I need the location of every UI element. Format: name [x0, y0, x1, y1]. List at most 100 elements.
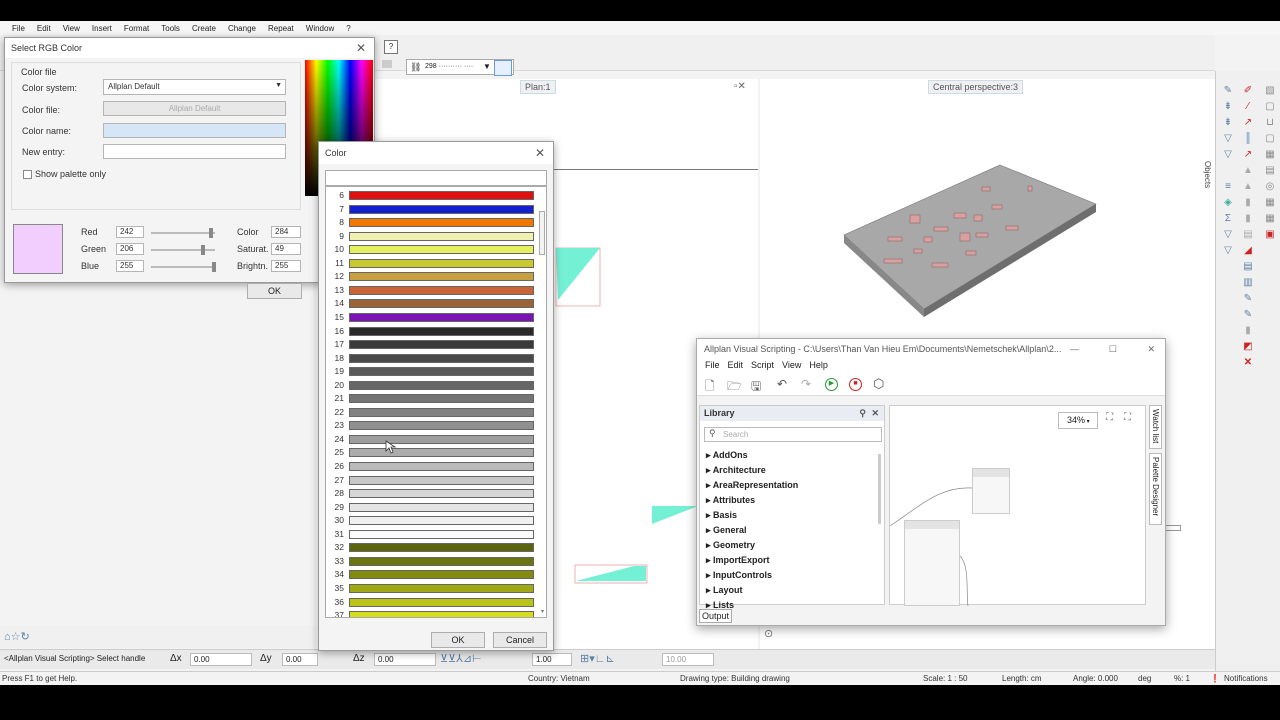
funnel-icon[interactable]: ▽	[1222, 133, 1234, 145]
chevron-down-icon[interactable]: ▼	[483, 62, 491, 71]
color-row[interactable]: 7	[326, 203, 538, 217]
blue-slider[interactable]	[151, 262, 216, 272]
wall-2-icon[interactable]: ▤	[1242, 229, 1254, 241]
tool-c-icon[interactable]: ▥	[1242, 277, 1254, 289]
panel-icon-9[interactable]: ▦	[1264, 213, 1276, 225]
color-file-field[interactable]: Allplan Default	[103, 101, 286, 116]
color-row[interactable]: 11	[326, 257, 538, 271]
avs-menu-script[interactable]: Script	[747, 360, 778, 374]
tool-e-icon[interactable]: ✎	[1242, 309, 1254, 321]
color-swatch[interactable]	[349, 462, 534, 471]
color-row[interactable]: 17	[326, 338, 538, 352]
filter-icon[interactable]: ⇟	[1222, 101, 1234, 113]
panel-icon-4[interactable]: ▢	[1264, 133, 1276, 145]
select-tool-icon[interactable]: ◈	[1222, 197, 1234, 209]
funnel-3-icon[interactable]: ▽	[1222, 229, 1234, 241]
avs-menu-help[interactable]: Help	[805, 360, 832, 374]
brightness-input[interactable]: 255	[271, 260, 301, 272]
panel-icon-8[interactable]: ▦	[1264, 197, 1276, 209]
color-row[interactable]: 25	[326, 446, 538, 460]
color-row[interactable]: 31	[326, 528, 538, 542]
color-row[interactable]: 13	[326, 284, 538, 298]
color-swatch[interactable]	[349, 434, 534, 444]
redo-icon[interactable]: ↷	[801, 377, 811, 391]
pen-tool-icon[interactable]: ✎	[1222, 85, 1234, 97]
tool-a-icon[interactable]: ◢	[1242, 245, 1254, 257]
shape-icon[interactable]: ▲	[1242, 165, 1254, 177]
pin-icon[interactable]: ⚲	[859, 406, 866, 421]
color-row[interactable]: 36	[326, 596, 538, 610]
color-swatch[interactable]	[349, 502, 534, 512]
new-file-icon[interactable]: 🗋	[705, 377, 715, 398]
library-item[interactable]: ▸ Architecture	[706, 465, 766, 476]
expand-arrow-icon[interactable]: ▸	[706, 480, 713, 490]
close-icon[interactable]: ✕	[1147, 339, 1155, 360]
run-icon[interactable]: ▶	[825, 378, 838, 391]
menu-tools[interactable]: Tools	[155, 24, 186, 33]
color-swatch[interactable]	[349, 218, 534, 228]
expand-arrow-icon[interactable]: ▸	[706, 525, 713, 535]
menu-window[interactable]: Window	[300, 24, 340, 33]
tool-b-icon[interactable]: ▤	[1242, 261, 1254, 273]
color-swatch[interactable]	[349, 285, 534, 295]
panel-icon-1[interactable]: ▧	[1264, 85, 1276, 97]
track-tools-icon[interactable]: ⊞▾∟⊾	[580, 652, 615, 665]
menu-change[interactable]: Change	[222, 24, 262, 33]
sort-icon[interactable]: ≡	[1222, 181, 1234, 193]
color-row[interactable]: 16	[326, 325, 538, 339]
color-row[interactable]: 30	[326, 514, 538, 528]
color-row[interactable]: 9	[326, 230, 538, 244]
color-swatch[interactable]	[349, 231, 534, 241]
funnel-4-icon[interactable]: ▽	[1222, 245, 1234, 257]
library-item[interactable]: ▸ ImportExport	[706, 555, 770, 566]
color-row[interactable]: 14	[326, 297, 538, 311]
color-swatch[interactable]	[349, 611, 534, 617]
blue-input[interactable]: 255	[116, 260, 144, 272]
pipette-icon[interactable]: ⁄	[1242, 101, 1254, 113]
expand-arrow-icon[interactable]: ▸	[706, 465, 713, 475]
watch-list-tab[interactable]: Watch list	[1149, 405, 1162, 449]
show-palette-checkbox[interactable]	[23, 170, 32, 179]
color-swatch[interactable]	[349, 489, 534, 499]
color-swatch[interactable]	[349, 570, 534, 580]
expand-arrow-icon[interactable]: ▸	[706, 540, 713, 550]
rgb-ok-button[interactable]: OK	[247, 283, 302, 299]
hue-input[interactable]: 284	[271, 226, 301, 238]
library-scrollbar[interactable]	[878, 454, 881, 524]
color-row[interactable]: 18	[326, 352, 538, 366]
expand-arrow-icon[interactable]: ▸	[706, 510, 713, 520]
close-icon[interactable]: ✕	[535, 142, 545, 164]
color-swatch[interactable]	[349, 326, 534, 336]
close-icon[interactable]: ✕	[356, 38, 366, 58]
panel-icon-6[interactable]: ▤	[1264, 165, 1276, 177]
color-swatch[interactable]	[349, 204, 534, 214]
distance-input[interactable]: 10.00	[662, 653, 714, 666]
expand-arrow-icon[interactable]: ▸	[706, 450, 713, 460]
red-slider[interactable]	[151, 228, 215, 238]
library-item[interactable]: ▸ Attributes	[706, 495, 755, 506]
color-row[interactable]: 15	[326, 311, 538, 325]
open-folder-icon[interactable]: 🗁	[727, 377, 742, 398]
delete-icon[interactable]: ✕	[1242, 357, 1254, 369]
color-row[interactable]: 22	[326, 406, 538, 420]
color-swatch[interactable]	[349, 299, 534, 309]
color-list[interactable]: 37 36 35 34 33 32 31 30 29 28 27 26 25 24 23 22 21 20 19 18…	[325, 186, 547, 618]
color-row[interactable]: 21	[326, 392, 538, 406]
zoom-select[interactable]: 34% ▾	[1058, 412, 1098, 429]
save-icon[interactable]: 🖫	[751, 377, 761, 398]
home-icon[interactable]: ⌂☆↻	[4, 630, 30, 643]
wall-icon[interactable]: ▮	[1242, 213, 1254, 225]
snap-tools-icon[interactable]: ⊻⊻⅄⊿⊢	[440, 652, 482, 665]
color-swatch[interactable]	[349, 245, 534, 255]
color-row[interactable]: 20	[326, 379, 538, 393]
cylinder-icon[interactable]: ▮	[1242, 197, 1254, 209]
color-row[interactable]: 8	[326, 216, 538, 230]
color-swatch[interactable]	[349, 191, 534, 200]
color-row[interactable]: 33	[326, 555, 538, 569]
fullscreen-icon[interactable]: ⛶	[1124, 412, 1131, 423]
shape-2-icon[interactable]: ▲	[1242, 181, 1254, 193]
avs-menu-file[interactable]: File	[701, 360, 724, 374]
panel-icon-2[interactable]: ▢	[1264, 101, 1276, 113]
color-row[interactable]: 12	[326, 270, 538, 284]
maximize-icon[interactable]: ☐	[1109, 339, 1117, 360]
